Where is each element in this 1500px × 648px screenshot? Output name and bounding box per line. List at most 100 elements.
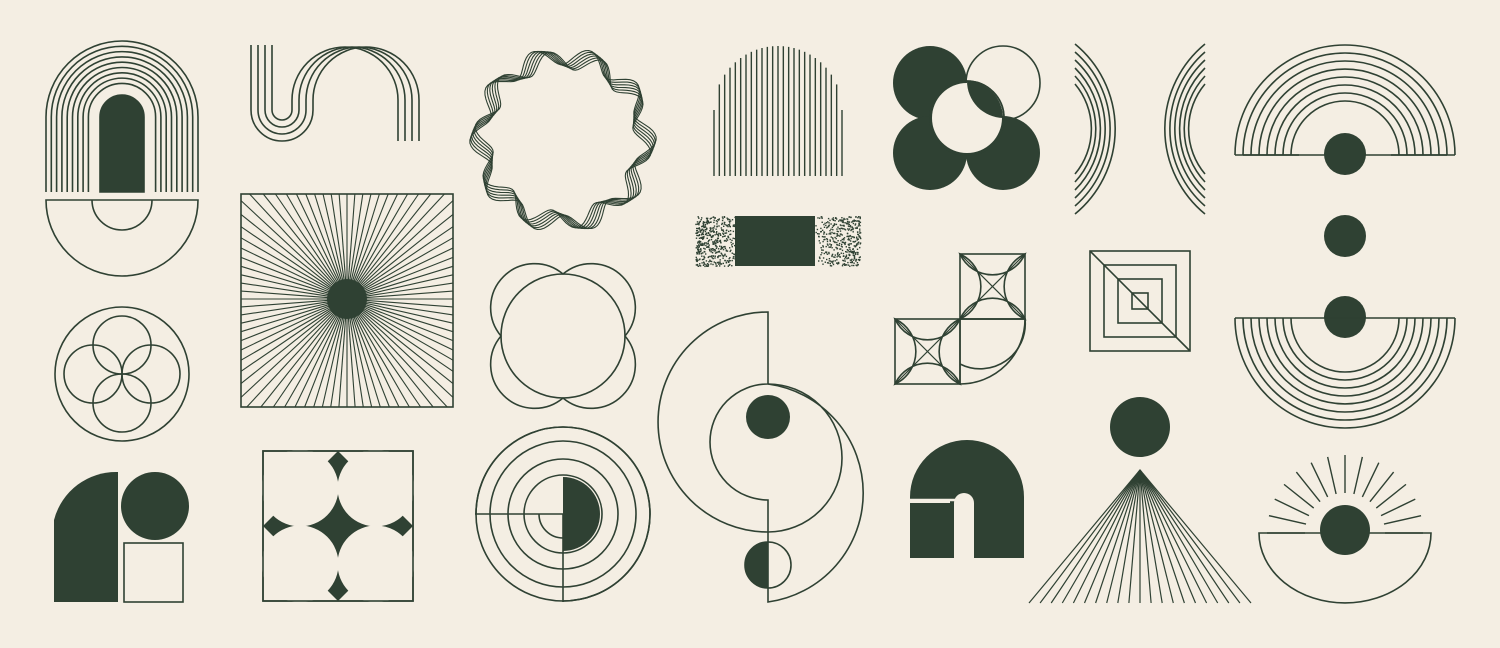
speck [829, 260, 832, 262]
speck [853, 258, 856, 260]
speck [851, 228, 853, 231]
speck [841, 249, 844, 252]
speck [710, 229, 712, 231]
speck [704, 230, 707, 233]
speck [823, 252, 825, 255]
speck [728, 258, 730, 260]
speck [857, 216, 860, 218]
speck [816, 228, 819, 231]
speck [842, 219, 845, 221]
speck [732, 230, 735, 233]
speck [822, 249, 824, 251]
speck [851, 264, 853, 267]
speck [696, 245, 699, 248]
speck [842, 252, 845, 255]
speck [703, 229, 705, 232]
speck [844, 264, 846, 266]
speck [826, 240, 829, 243]
geometric-shapes-artboard [0, 0, 1500, 648]
speck [856, 220, 858, 222]
speck [852, 231, 854, 233]
bar-core [735, 216, 815, 266]
speck [822, 245, 824, 247]
speck [818, 236, 820, 238]
speck [712, 249, 714, 252]
speck [838, 253, 841, 256]
speck [826, 262, 829, 264]
speck [837, 252, 839, 254]
speck [716, 221, 719, 223]
speck [698, 240, 701, 242]
speck [725, 229, 728, 232]
speck [859, 246, 861, 249]
speck [830, 245, 832, 247]
speck [836, 259, 838, 261]
speck [722, 217, 724, 220]
speck [825, 252, 828, 254]
speck [718, 232, 720, 235]
speck [696, 251, 698, 254]
speck [820, 230, 822, 233]
speck [849, 265, 851, 267]
speck [699, 228, 701, 230]
speck [698, 253, 700, 255]
speck [712, 241, 714, 243]
speck [724, 254, 726, 256]
speck [704, 265, 706, 268]
speck [854, 220, 856, 222]
speck [713, 221, 715, 224]
speck [837, 263, 839, 265]
speck [842, 263, 844, 266]
speck [846, 220, 849, 223]
speck [705, 242, 707, 244]
speck [839, 219, 841, 221]
speck [727, 225, 729, 228]
speck [713, 261, 715, 263]
speck [842, 228, 844, 230]
speck [731, 239, 733, 242]
speck [847, 264, 850, 266]
speck [717, 234, 720, 236]
speck [695, 259, 697, 261]
speck [698, 231, 700, 233]
speck [839, 228, 841, 230]
speck [832, 217, 835, 219]
speck [849, 261, 852, 264]
speck [724, 246, 726, 248]
speck [830, 244, 833, 246]
speck [732, 237, 734, 239]
speck [830, 223, 832, 225]
speck [718, 225, 720, 227]
speck [718, 261, 720, 263]
speck [698, 217, 700, 219]
speck [700, 252, 703, 255]
speck [824, 236, 826, 238]
speck [695, 247, 697, 249]
speck [857, 233, 859, 235]
speck [856, 243, 858, 245]
speck [829, 246, 831, 248]
speck [854, 224, 856, 226]
speck [830, 236, 832, 238]
speck [702, 225, 705, 227]
speck [852, 259, 855, 261]
speck [695, 237, 698, 239]
speck [730, 233, 732, 235]
speck [706, 265, 708, 267]
speck [704, 223, 707, 226]
speck [857, 251, 859, 254]
speck [703, 257, 706, 259]
speck [699, 263, 701, 265]
speck [725, 240, 728, 242]
speck [817, 217, 819, 219]
speck [844, 222, 846, 224]
speck [723, 225, 725, 227]
three-dot-column-icon [1324, 133, 1366, 338]
speck [703, 235, 705, 238]
speck [841, 217, 843, 219]
speck [831, 226, 834, 229]
speck [847, 228, 849, 230]
speck [714, 217, 716, 219]
square-with-star-icon [261, 449, 415, 603]
speck [860, 237, 862, 240]
